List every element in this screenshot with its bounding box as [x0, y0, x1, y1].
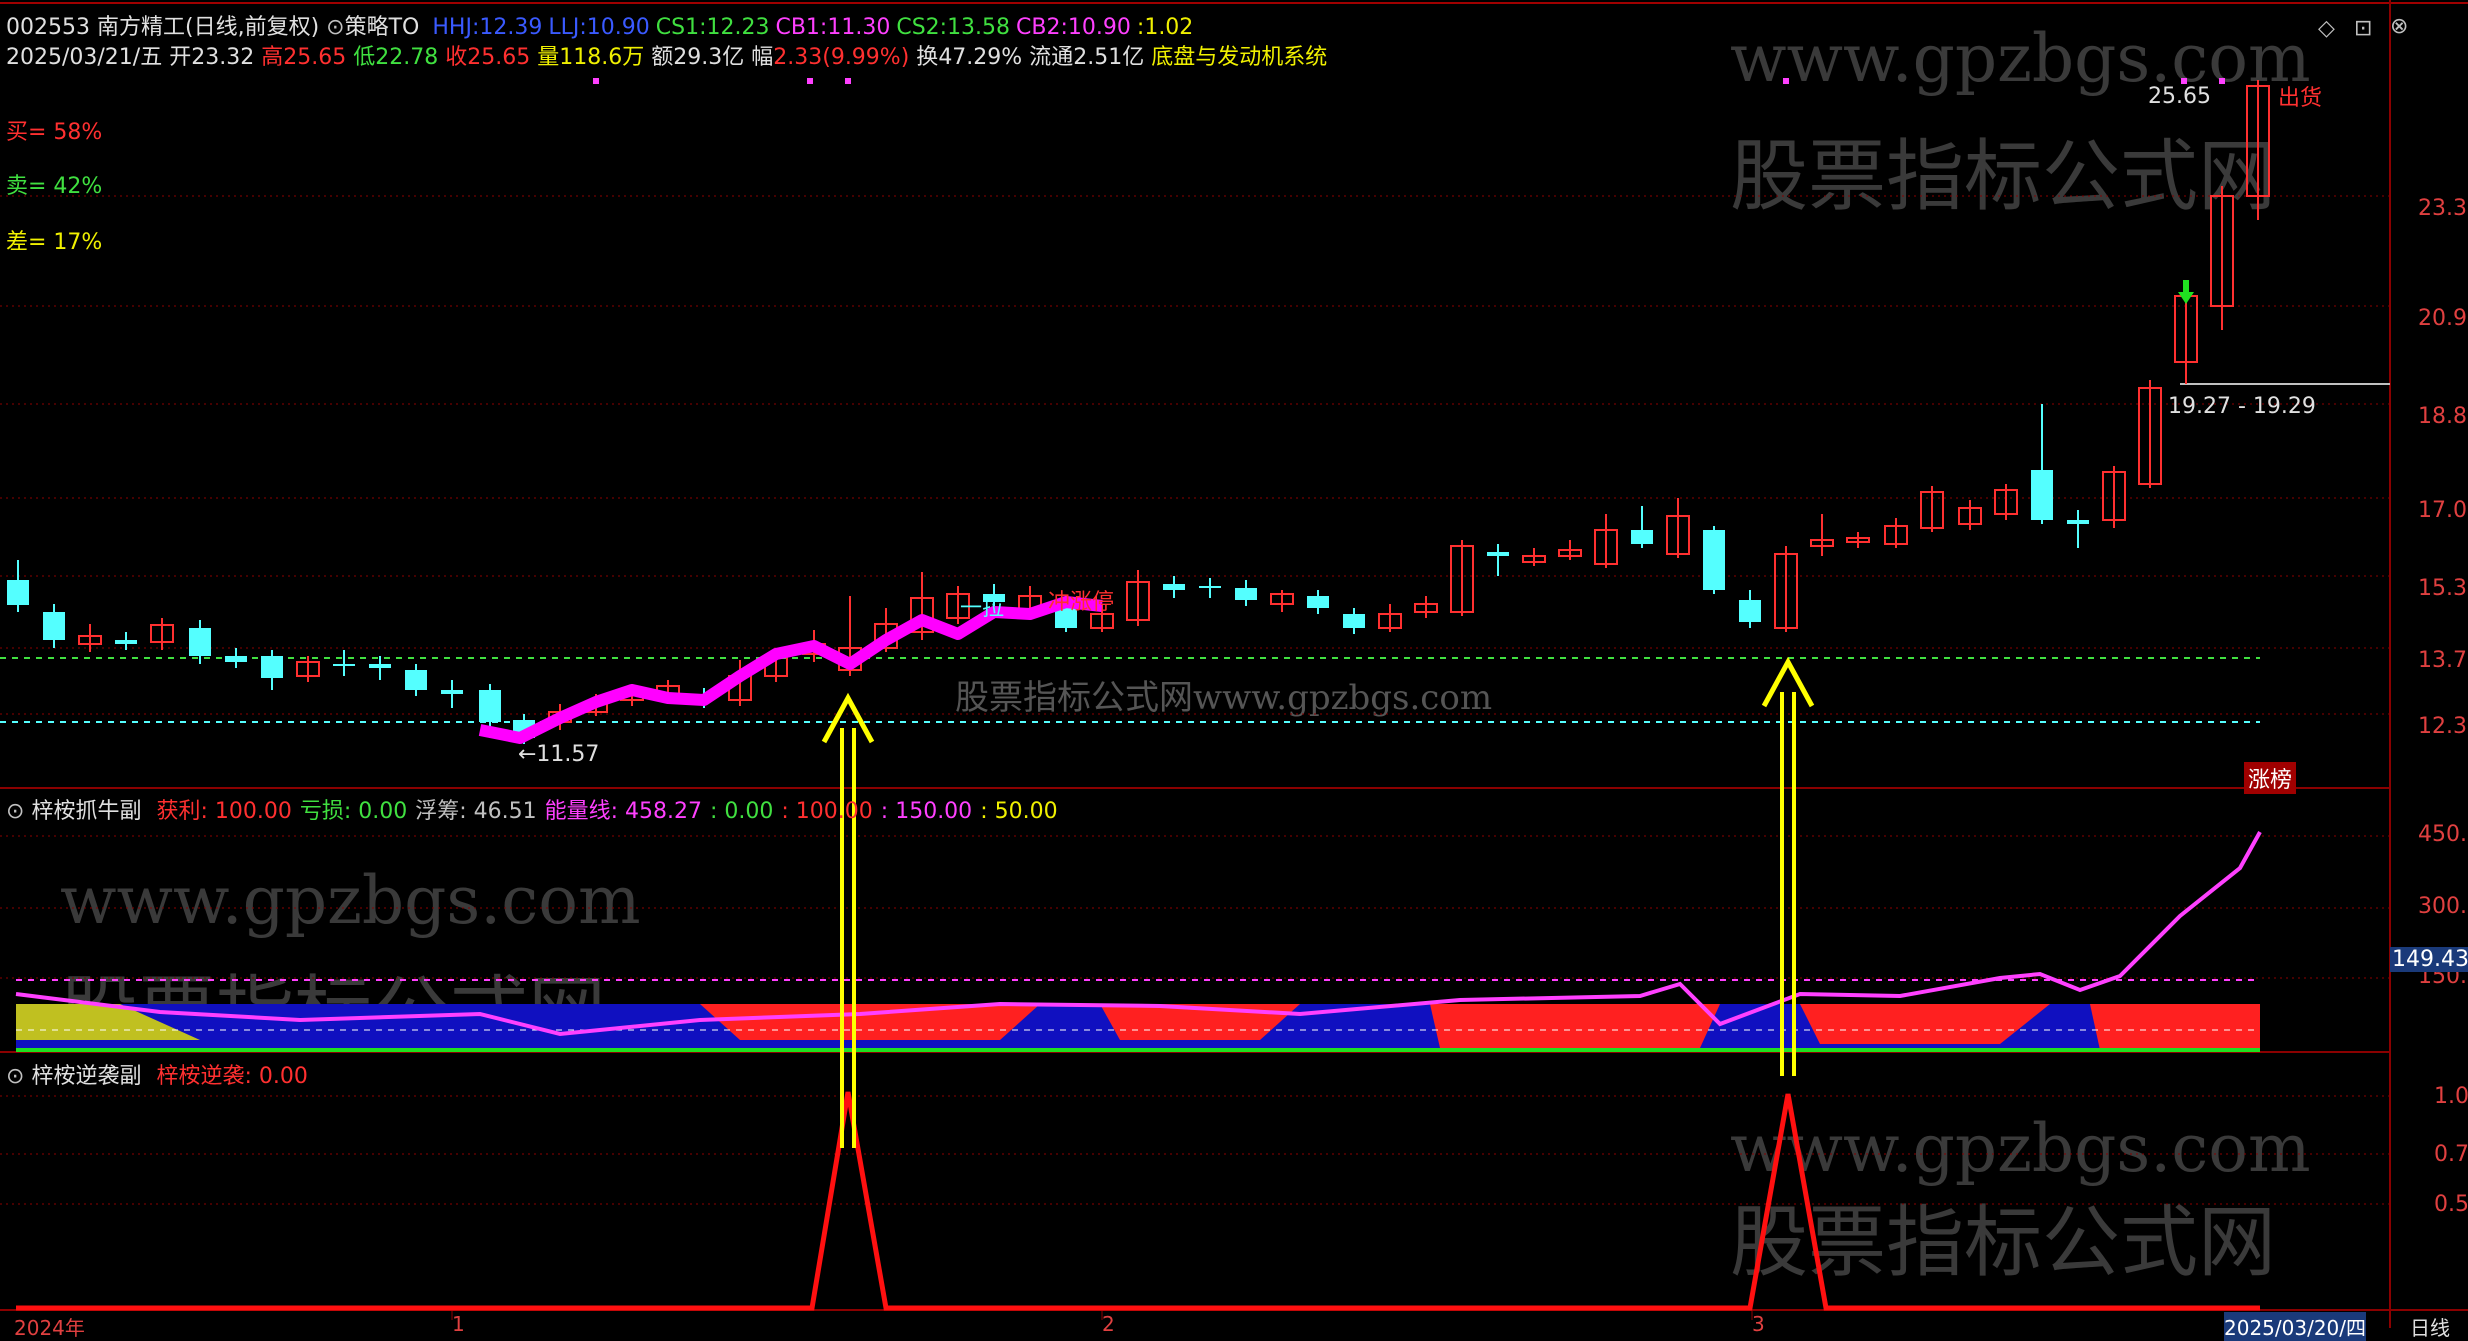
energy-band-red-1: [700, 1004, 1040, 1040]
period-button[interactable]: 日线: [2410, 1312, 2450, 1341]
panel2-axis-label: 450.0: [2418, 822, 2468, 847]
arrow-head: [1761, 656, 1815, 708]
month-label-3: 3: [1752, 1312, 1765, 1336]
month-label-2: 2: [1102, 1312, 1115, 1336]
panel2-axis-label: 300.0: [2418, 894, 2468, 919]
pull-marker: 一拉: [960, 596, 1005, 621]
candle-body-down: [405, 670, 427, 690]
panel2-header: ⊙ 梓桉抓牛副 获利: 100.00 亏损: 0.00 浮筹: 46.51 能量线: …: [6, 793, 1058, 825]
out-label: 出货: [2278, 86, 2323, 111]
panel2-value: : 0.00: [710, 799, 774, 824]
panel2-value: : 150.00: [880, 799, 973, 824]
panel2-value: 浮筹: 46.51: [415, 799, 537, 824]
candle-body-down: [441, 690, 463, 694]
candle-body-down: [479, 690, 501, 722]
candle-body-down: [2031, 470, 2053, 520]
energy-line: [15, 831, 2262, 1037]
limit-up-label: 冲涨停: [1048, 590, 1115, 615]
candle-body-down: [1343, 614, 1365, 628]
candle-body-down: [7, 580, 29, 605]
price-axis-label: 12.3: [2418, 714, 2467, 739]
price-axis-label: 18.8: [2418, 404, 2467, 429]
panel2-value: : 100.00: [781, 799, 873, 824]
panel3-axis-label: 0.50: [2434, 1192, 2468, 1217]
signal-line: [16, 1091, 2260, 1311]
range-label: 19.27 - 19.29: [2168, 394, 2316, 419]
year-label: 2024年: [14, 1316, 85, 1340]
high-price-marker: 25.65: [2148, 84, 2211, 109]
panel2-current-value: 149.43: [2390, 947, 2468, 972]
candle-body-down: [189, 628, 211, 656]
panel3-collapse-icon[interactable]: ⊙: [6, 1064, 24, 1089]
panel2-value: 亏损: 0.00: [299, 799, 408, 824]
energy-band-red-3: [1430, 1004, 1720, 1048]
low-price-marker: ←11.57: [518, 742, 600, 767]
candlestick-chart[interactable]: [0, 0, 2468, 1328]
price-axis-label: 15.3: [2418, 576, 2467, 601]
cursor-date: 2025/03/20/四: [2224, 1312, 2367, 1341]
price-axis-label: 20.9: [2418, 306, 2467, 331]
marker-dot: [845, 78, 851, 84]
trend-line: [478, 596, 1103, 744]
candle-body-down: [115, 640, 137, 644]
panel3-values: 梓桉逆袭: 0.00: [148, 1064, 307, 1089]
candle-body-down: [1235, 588, 1257, 600]
candle-body-down: [1631, 530, 1653, 544]
panel2-collapse-icon[interactable]: ⊙: [6, 799, 24, 824]
candle-body-down: [1199, 586, 1221, 588]
marker-dot: [1783, 78, 1789, 84]
limit-board-badge[interactable]: 涨榜: [2244, 762, 2297, 794]
candle-body-down: [2067, 520, 2089, 524]
price-axis-label: 17.0: [2418, 498, 2467, 523]
candle-body-down: [1163, 584, 1185, 590]
candle-body-down: [43, 612, 65, 640]
down-arrow-icon: [2178, 280, 2194, 304]
arrow-head: [821, 692, 875, 744]
marker-dot: [2219, 78, 2225, 84]
candle-body-down: [1307, 596, 1329, 608]
month-label-1: 1: [452, 1312, 465, 1336]
panel3-value: 梓桉逆袭: 0.00: [156, 1064, 308, 1089]
close-icon[interactable]: ⊗: [2390, 14, 2408, 39]
panel2-value: 能量线: 458.27: [544, 799, 703, 824]
panel3-header: ⊙ 梓桉逆袭副 梓桉逆袭: 0.00: [6, 1058, 308, 1090]
panel3-axis-label: 1.00: [2434, 1084, 2468, 1109]
marker-dot: [807, 78, 813, 84]
panel2-value: 获利: 100.00: [156, 799, 292, 824]
candle-body-down: [261, 656, 283, 678]
marker-dot: [593, 78, 599, 84]
price-axis-label: 23.3: [2418, 196, 2467, 221]
price-axis-label: 13.7: [2418, 648, 2467, 673]
candle-body-down: [1739, 600, 1761, 622]
energy-band-red-5: [2090, 1004, 2260, 1050]
restore-icon[interactable]: ⊡: [2354, 16, 2372, 41]
panel3-title[interactable]: 梓桉逆袭副: [31, 1064, 141, 1089]
panel3-axis-label: 0.75: [2434, 1142, 2468, 1167]
chart-window: 002553 南方精工(日线,前复权) ⊙策略TO HHJ:12.39 LLJ:1…: [0, 0, 2468, 1341]
candle-body-down: [1703, 530, 1725, 590]
candle-body-down: [333, 664, 355, 666]
panel2-value: : 50.00: [980, 799, 1058, 824]
panel2-values: 获利: 100.00 亏损: 0.00 浮筹: 46.51 能量线: 458.27 : …: [148, 799, 1057, 824]
candle-body-down: [225, 656, 247, 662]
panel2-title[interactable]: 梓桉抓牛副: [31, 799, 141, 824]
prev-icon[interactable]: ◇: [2318, 16, 2335, 41]
candle-body-down: [369, 664, 391, 668]
candle-body-down: [1487, 552, 1509, 556]
